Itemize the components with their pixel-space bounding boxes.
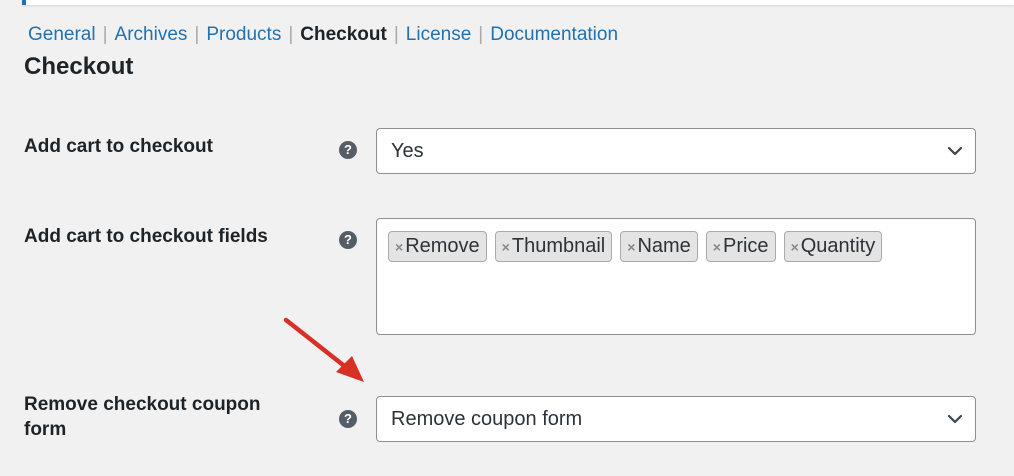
nav-separator: | [194,24,200,45]
tag-label: Name [637,235,691,257]
add-cart-select-value: Yes [391,140,424,162]
remove-tag-icon[interactable]: × [791,239,799,255]
tag-label: Remove [405,235,480,257]
add-cart-fields-multiselect[interactable]: × Remove × Thumbnail × Name × Price × Quantit… [376,218,976,335]
tag-price: × Price [705,231,776,262]
tab-products[interactable]: Products [206,24,281,45]
tag-remove: × Remove [388,231,487,262]
add-cart-fields-label: Add cart to checkout fields [24,226,268,247]
tab-checkout[interactable]: Checkout [300,24,387,45]
remove-tag-icon[interactable]: × [502,239,510,255]
add-cart-select[interactable]: Yes [376,128,976,174]
remove-coupon-label-line2: form [24,419,67,440]
nav-separator: | [288,24,294,45]
add-cart-label: Add cart to checkout [24,136,213,157]
tag-quantity: × Quantity [783,231,883,262]
selected-tags: × Remove × Thumbnail × Name × Price × Quantit… [388,231,883,262]
chevron-down-icon [947,146,963,156]
question-circle-icon[interactable]: ? [339,141,357,159]
chevron-down-icon [947,414,963,424]
tag-thumbnail: × Thumbnail [494,231,613,262]
nav-separator: | [102,24,108,45]
remove-tag-icon[interactable]: × [395,239,403,255]
annotation-arrow-icon [283,317,364,382]
nav-separator: | [393,24,399,45]
tab-general[interactable]: General [28,24,96,45]
tag-label: Thumbnail [511,235,606,257]
question-circle-icon[interactable]: ? [339,410,357,428]
section-title: Checkout [24,53,134,80]
remove-coupon-select[interactable]: Remove coupon form [376,396,976,442]
settings-subnav: General | Archives | Products | Checkout | Licen… [28,23,618,47]
remove-coupon-label: Remove checkout coupon form [24,392,261,442]
remove-tag-icon[interactable]: × [713,239,721,255]
tag-name: × Name [620,231,698,262]
remove-tag-icon[interactable]: × [627,239,635,255]
remove-coupon-select-value: Remove coupon form [391,408,583,430]
tab-archives[interactable]: Archives [115,24,188,45]
tag-label: Price [722,235,769,257]
nav-separator: | [478,24,484,45]
tag-label: Quantity [800,235,876,257]
question-circle-icon[interactable]: ? [339,231,357,249]
notice-strip [22,0,1014,5]
remove-coupon-label-line1: Remove checkout coupon [24,394,261,415]
tab-license[interactable]: License [406,24,472,45]
tab-documentation[interactable]: Documentation [490,24,618,45]
